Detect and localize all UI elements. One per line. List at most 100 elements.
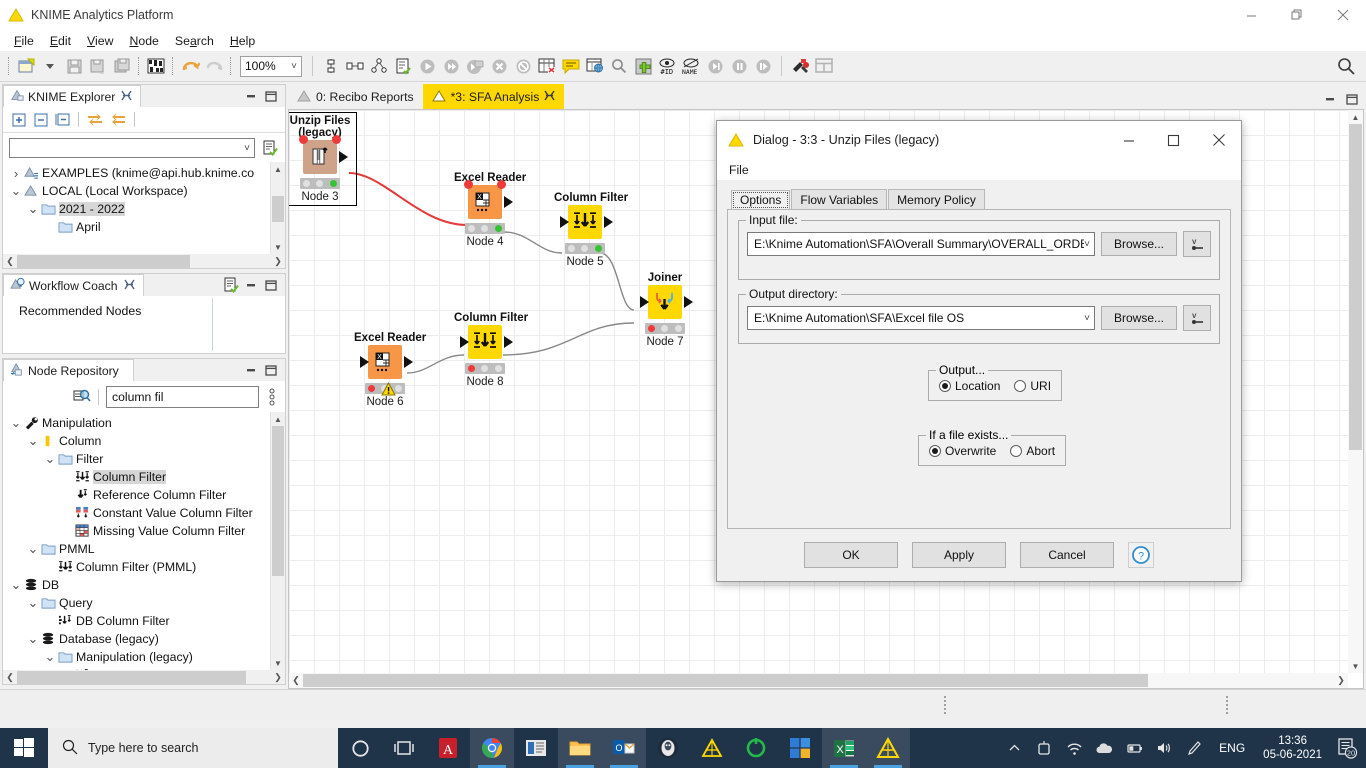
- scroll-down-icon[interactable]: ▼: [271, 656, 285, 670]
- dropdown-arrow-icon[interactable]: [39, 55, 61, 77]
- windows-start-icon[interactable]: [0, 728, 48, 768]
- scroll-up-icon[interactable]: ▲: [271, 412, 285, 426]
- node-search-icon[interactable]: [73, 388, 91, 407]
- taskbar-search-box[interactable]: Type here to search: [48, 728, 338, 768]
- node-repository-search-input[interactable]: column fil: [106, 386, 259, 408]
- google-chrome-icon[interactable]: [470, 728, 514, 768]
- scroll-right-icon[interactable]: ❯: [271, 672, 285, 683]
- ok-button[interactable]: OK: [804, 542, 898, 568]
- close-icon[interactable]: [121, 90, 132, 104]
- align-horizontal-icon[interactable]: [344, 55, 366, 77]
- node-input-port[interactable]: [460, 336, 469, 348]
- scrollbar-thumb[interactable]: [272, 196, 284, 222]
- expand-all-icon[interactable]: [9, 111, 28, 129]
- tab-flow-variables[interactable]: Flow Variables: [791, 189, 888, 209]
- node-output-port[interactable]: [504, 196, 513, 208]
- cancel-button[interactable]: Cancel: [1020, 542, 1114, 568]
- task-view-icon[interactable]: [382, 728, 426, 768]
- minimize-button[interactable]: [1228, 0, 1274, 30]
- align-vertical-icon[interactable]: [320, 55, 342, 77]
- chevron-up-icon[interactable]: [999, 728, 1029, 768]
- menu-file[interactable]: FFileile: [6, 32, 42, 50]
- node-comment-icon[interactable]: [560, 55, 582, 77]
- file-explorer-icon[interactable]: [558, 728, 602, 768]
- scroll-left-icon[interactable]: ❮: [3, 256, 17, 267]
- scrollbar-thumb[interactable]: [272, 426, 284, 576]
- chevron-down-icon[interactable]: ⌄: [9, 184, 23, 197]
- show-node-name-icon[interactable]: NAME: [680, 55, 702, 77]
- workflow-node[interactable]: Joiner Node 7: [634, 272, 696, 348]
- menu-help[interactable]: Help: [222, 32, 263, 50]
- node-repository-hscrollbar[interactable]: ❮ ❯: [3, 670, 285, 684]
- canvas-vscrollbar[interactable]: ▲ ▼: [1348, 110, 1363, 673]
- news-icon[interactable]: [514, 728, 558, 768]
- scroll-right-icon[interactable]: ❯: [1334, 673, 1348, 688]
- scrollbar-thumb[interactable]: [303, 674, 1148, 687]
- close-icon[interactable]: [544, 90, 555, 104]
- tree-item[interactable]: Reference Column Filter: [3, 486, 285, 504]
- workflow-node[interactable]: Column Filter Node 5: [554, 192, 628, 268]
- scroll-left-icon[interactable]: ❮: [289, 673, 303, 688]
- device-icon[interactable]: [1029, 728, 1059, 768]
- chevron-down-icon[interactable]: ⌄: [26, 202, 40, 215]
- chevron-down-icon[interactable]: ⌄: [26, 632, 40, 645]
- radio-location[interactable]: Location: [939, 379, 1000, 393]
- tab-recibo-reports[interactable]: 0: Recibo Reports: [288, 84, 423, 109]
- ring-app-icon[interactable]: [734, 728, 778, 768]
- scrollbar-track[interactable]: [17, 670, 271, 684]
- chevron-down-icon[interactable]: ⌄: [26, 596, 40, 609]
- tree-item[interactable]: ⌄ PMML: [3, 540, 285, 558]
- input-file-browse-button[interactable]: Browse...: [1101, 232, 1177, 256]
- output-directory-flow-variable-button[interactable]: v: [1183, 305, 1211, 331]
- zoom-icon[interactable]: [608, 55, 630, 77]
- tree-item[interactable]: DB Column Filter: [3, 612, 285, 630]
- input-file-combo[interactable]: E:\Knime Automation\SFA\Overall Summary\…: [747, 232, 1095, 256]
- tab-memory-policy[interactable]: Memory Policy: [888, 189, 985, 209]
- node-repository-vscrollbar[interactable]: ▲ ▼: [270, 412, 285, 670]
- tree-item[interactable]: Column Filter (PMML): [3, 558, 285, 576]
- column-filter-icon[interactable]: [568, 205, 602, 239]
- minimize-icon[interactable]: [243, 278, 259, 292]
- flow-variable-output-port[interactable]: [497, 180, 506, 189]
- battery-icon[interactable]: [1119, 728, 1149, 768]
- scrollbar-thumb[interactable]: [17, 254, 190, 268]
- explorer-hscrollbar[interactable]: ❮ ❯: [3, 254, 285, 269]
- volume-icon[interactable]: [1149, 728, 1179, 768]
- tree-item[interactable]: ⌄ DB: [3, 576, 285, 594]
- node-repository-tree[interactable]: ⌄ Manipulation ⌄ Column ⌄ Filter Column Filter…: [3, 412, 285, 684]
- node-output-port[interactable]: [604, 216, 613, 228]
- node-output-port[interactable]: [504, 336, 513, 348]
- excel-reader-icon[interactable]: X: [368, 345, 402, 379]
- tree-item[interactable]: April: [3, 218, 285, 236]
- tree-item[interactable]: ⌄ Manipulation (legacy): [3, 648, 285, 666]
- zoom-level-combo[interactable]: 100% ˅: [240, 55, 302, 77]
- maximize-icon[interactable]: [1344, 92, 1360, 106]
- view-menu-icon[interactable]: [265, 388, 279, 406]
- excel-reader-icon[interactable]: X: [468, 185, 502, 219]
- dialog-maximize-button[interactable]: [1151, 121, 1196, 159]
- tree-item[interactable]: ⌄ LOCAL (Local Workspace): [3, 182, 285, 200]
- tray-clock[interactable]: 13:36 05-06-2021: [1255, 734, 1330, 762]
- chevron-down-icon[interactable]: ⌄: [26, 434, 40, 447]
- tree-item[interactable]: Column Filter: [3, 468, 285, 486]
- dialog-close-button[interactable]: [1196, 121, 1241, 159]
- scroll-up-icon[interactable]: ▲: [1348, 110, 1363, 124]
- menu-edit[interactable]: Edit: [42, 32, 79, 50]
- tab-workflow-coach[interactable]: Workflow Coach: [3, 274, 144, 297]
- meta-node-icon[interactable]: [392, 55, 414, 77]
- explorer-tree[interactable]: › EXAMPLES (knime@api.hub.knime.co ⌄ LOCAL …: [3, 162, 285, 236]
- status-grip[interactable]: [1226, 696, 1228, 714]
- minimize-icon[interactable]: [243, 89, 259, 103]
- chevron-right-icon[interactable]: ›: [9, 166, 23, 181]
- view-menu-icon[interactable]: [222, 277, 239, 294]
- sync-incoming-icon[interactable]: [108, 111, 128, 129]
- chevron-down-icon[interactable]: ⌄: [9, 578, 23, 591]
- apply-button[interactable]: Apply: [912, 542, 1006, 568]
- joiner-icon[interactable]: [648, 285, 682, 319]
- excel-icon[interactable]: X: [822, 728, 866, 768]
- menu-search[interactable]: Search: [167, 32, 222, 50]
- tree-item[interactable]: ⌄ Manipulation: [3, 414, 285, 432]
- tree-item[interactable]: › EXAMPLES (knime@api.hub.knime.co: [3, 164, 285, 182]
- minimize-icon[interactable]: [243, 363, 259, 377]
- workflow-node[interactable]: Excel Reader X Node 6: [354, 332, 426, 408]
